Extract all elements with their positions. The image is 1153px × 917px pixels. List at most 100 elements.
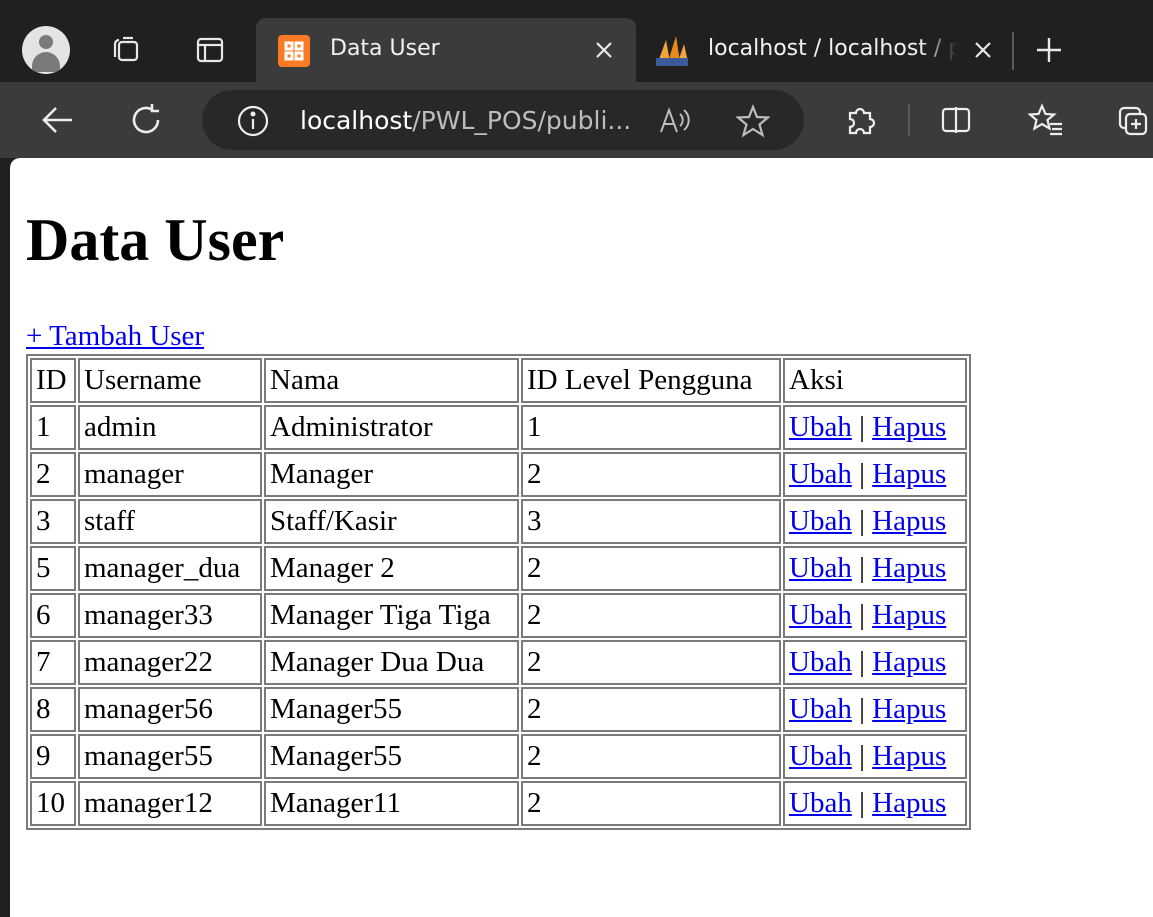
refresh-icon[interactable] xyxy=(128,102,164,138)
cell-id: 2 xyxy=(30,452,76,497)
cell-id: 3 xyxy=(30,499,76,544)
edit-link[interactable]: Ubah xyxy=(789,693,852,725)
edit-link[interactable]: Ubah xyxy=(789,552,852,584)
page-title: Data User xyxy=(26,207,285,273)
cell-nama: Administrator xyxy=(264,405,519,450)
cell-actions: Ubah | Hapus xyxy=(783,499,967,544)
user-table: ID Username Nama ID Level Pengguna Aksi … xyxy=(26,354,971,830)
action-separator: | xyxy=(859,552,865,584)
delete-link[interactable]: Hapus xyxy=(872,411,946,443)
split-screen-icon[interactable] xyxy=(938,102,974,138)
cell-level: 2 xyxy=(521,781,781,826)
action-separator: | xyxy=(859,787,865,819)
vertical-tabs-icon[interactable] xyxy=(192,32,228,68)
add-user-link[interactable]: + Tambah User xyxy=(26,318,204,354)
tab-title: Data User xyxy=(330,36,440,61)
action-separator: | xyxy=(859,646,865,678)
delete-link[interactable]: Hapus xyxy=(872,787,946,819)
cell-actions: Ubah | Hapus xyxy=(783,593,967,638)
action-separator: | xyxy=(859,505,865,537)
page-content: Data User + Tambah User ID Username Nama… xyxy=(10,158,1153,917)
cell-username: manager33 xyxy=(78,593,262,638)
extensions-icon[interactable] xyxy=(842,102,878,138)
xampp-icon xyxy=(278,35,310,67)
url-text[interactable]: localhost/PWL_POS/publi... xyxy=(300,106,631,135)
cell-username: manager xyxy=(78,452,262,497)
favorites-icon[interactable] xyxy=(1028,102,1064,138)
cell-nama: Manager55 xyxy=(264,687,519,732)
action-separator: | xyxy=(859,458,865,490)
table-row: 9 manager55 Manager55 2 Ubah | Hapus xyxy=(30,734,967,779)
address-bar[interactable]: localhost/PWL_POS/publi... xyxy=(202,90,804,150)
info-icon[interactable] xyxy=(236,104,270,142)
cell-actions: Ubah | Hapus xyxy=(783,546,967,591)
cell-nama: Manager xyxy=(264,452,519,497)
table-row: 1 admin Administrator 1 Ubah | Hapus xyxy=(30,405,967,450)
workspaces-icon[interactable] xyxy=(108,32,144,68)
cell-actions: Ubah | Hapus xyxy=(783,781,967,826)
cell-username: manager_dua xyxy=(78,546,262,591)
favorite-star-icon[interactable] xyxy=(735,104,771,142)
cell-username: manager56 xyxy=(78,687,262,732)
cell-id: 5 xyxy=(30,546,76,591)
cell-actions: Ubah | Hapus xyxy=(783,452,967,497)
cell-nama: Manager55 xyxy=(264,734,519,779)
delete-link[interactable]: Hapus xyxy=(872,552,946,584)
close-tab-icon[interactable] xyxy=(592,38,616,62)
profile-avatar[interactable] xyxy=(22,26,70,74)
cell-level: 1 xyxy=(521,405,781,450)
cell-id: 6 xyxy=(30,593,76,638)
delete-link[interactable]: Hapus xyxy=(872,599,946,631)
header-level: ID Level Pengguna xyxy=(521,358,781,403)
cell-actions: Ubah | Hapus xyxy=(783,640,967,685)
url-host: localhost xyxy=(300,106,413,135)
edit-link[interactable]: Ubah xyxy=(789,646,852,678)
cell-id: 1 xyxy=(30,405,76,450)
cell-level: 2 xyxy=(521,734,781,779)
table-row: 3 staff Staff/Kasir 3 Ubah | Hapus xyxy=(30,499,967,544)
collections-icon[interactable] xyxy=(1116,102,1152,138)
url-path: /PWL_POS/publi... xyxy=(412,106,632,135)
back-icon[interactable] xyxy=(40,102,76,138)
cell-username: manager22 xyxy=(78,640,262,685)
action-separator: | xyxy=(859,599,865,631)
table-row: 8 manager56 Manager55 2 Ubah | Hapus xyxy=(30,687,967,732)
delete-link[interactable]: Hapus xyxy=(872,740,946,772)
cell-nama: Manager 2 xyxy=(264,546,519,591)
tab-data-user[interactable]: Data User xyxy=(256,18,636,82)
cell-id: 10 xyxy=(30,781,76,826)
avatar-shoulders xyxy=(32,52,60,72)
edit-link[interactable]: Ubah xyxy=(789,505,852,537)
table-row: 2 manager Manager 2 Ubah | Hapus xyxy=(30,452,967,497)
edit-link[interactable]: Ubah xyxy=(789,458,852,490)
delete-link[interactable]: Hapus xyxy=(872,458,946,490)
browser-toolbar: localhost/PWL_POS/publi... xyxy=(0,82,1153,158)
avatar-head xyxy=(39,35,53,49)
edit-link[interactable]: Ubah xyxy=(789,599,852,631)
edit-link[interactable]: Ubah xyxy=(789,740,852,772)
cell-id: 8 xyxy=(30,687,76,732)
delete-link[interactable]: Hapus xyxy=(872,646,946,678)
cell-level: 2 xyxy=(521,546,781,591)
phpmyadmin-icon xyxy=(654,32,690,68)
cell-level: 2 xyxy=(521,640,781,685)
new-tab-icon[interactable] xyxy=(1031,32,1067,68)
table-body: 1 admin Administrator 1 Ubah | Hapus 2 m… xyxy=(30,405,967,826)
header-username: Username xyxy=(78,358,262,403)
tab-phpmyadmin[interactable]: localhost / localhost / phpMyAdmin xyxy=(640,18,1010,82)
action-separator: | xyxy=(859,411,865,443)
read-aloud-icon[interactable] xyxy=(658,104,692,142)
cell-actions: Ubah | Hapus xyxy=(783,687,967,732)
edit-link[interactable]: Ubah xyxy=(789,411,852,443)
edit-link[interactable]: Ubah xyxy=(789,787,852,819)
delete-link[interactable]: Hapus xyxy=(872,505,946,537)
table-row: 5 manager_dua Manager 2 2 Ubah | Hapus xyxy=(30,546,967,591)
table-header-row: ID Username Nama ID Level Pengguna Aksi xyxy=(30,358,967,403)
close-tab-icon[interactable] xyxy=(971,38,995,62)
header-id: ID xyxy=(30,358,76,403)
tab-divider xyxy=(1012,32,1014,70)
action-separator: | xyxy=(859,693,865,725)
action-separator: | xyxy=(859,740,865,772)
delete-link[interactable]: Hapus xyxy=(872,693,946,725)
cell-level: 2 xyxy=(521,687,781,732)
